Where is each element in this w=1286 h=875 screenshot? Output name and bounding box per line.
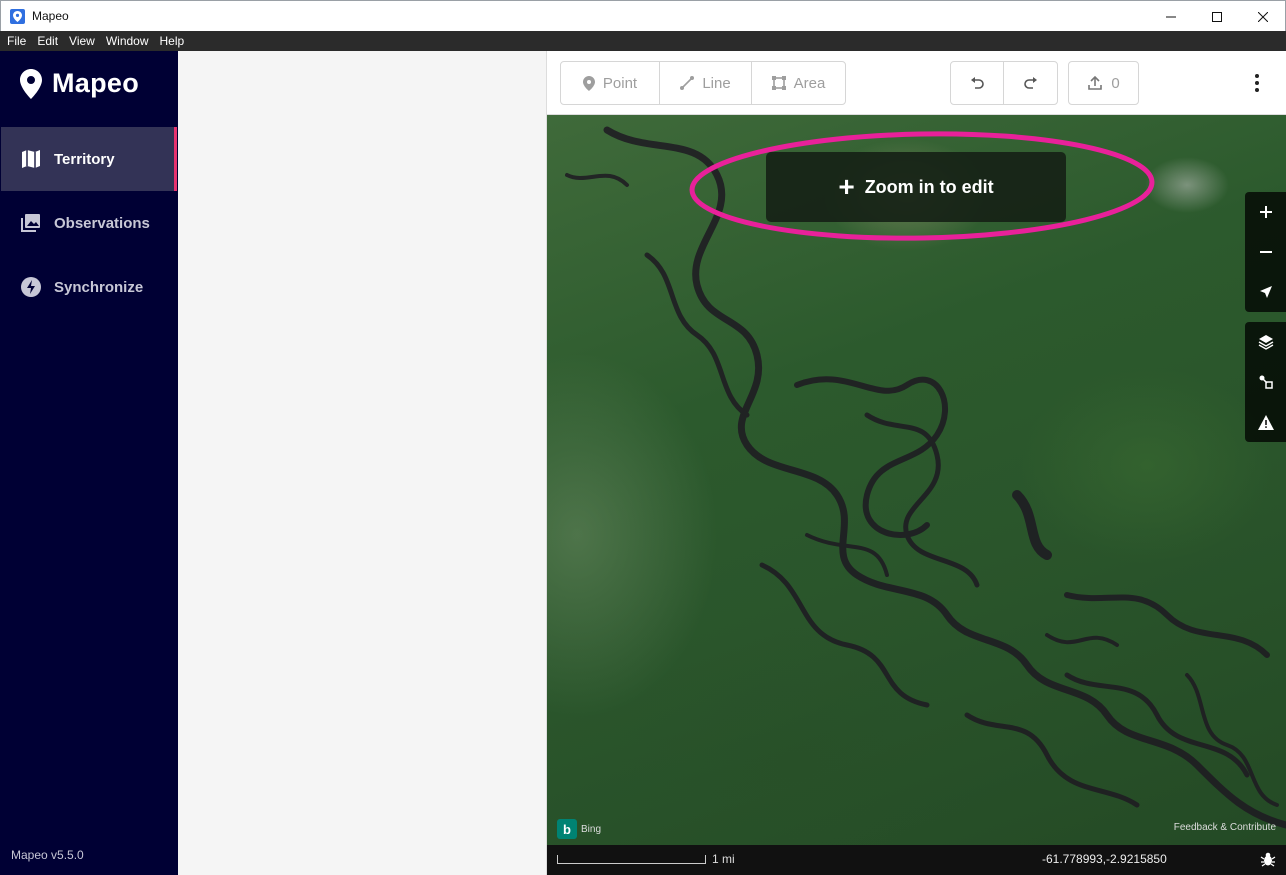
- bug-report-button[interactable]: [1260, 851, 1276, 872]
- upload-group: 0: [1068, 61, 1139, 105]
- layers-button[interactable]: [1245, 322, 1286, 362]
- line-button[interactable]: Line: [660, 62, 752, 104]
- draw-tools-group: Point Line Area: [560, 61, 846, 105]
- lightning-icon: [21, 277, 41, 297]
- map-data-button[interactable]: [1245, 362, 1286, 402]
- mapeo-logo: Mapeo: [20, 68, 139, 99]
- menu-edit[interactable]: Edit: [37, 34, 58, 48]
- minus-icon: [1259, 251, 1272, 253]
- area-label: Area: [793, 74, 826, 92]
- history-group: [950, 61, 1058, 105]
- point-pin-icon: [582, 75, 595, 91]
- undo-icon: [971, 77, 984, 89]
- close-button[interactable]: [1240, 1, 1286, 32]
- map-icon: [22, 150, 40, 168]
- window-title: Mapeo: [32, 9, 69, 23]
- bing-logo-icon: b: [557, 819, 577, 839]
- upload-icon: [1088, 75, 1103, 90]
- locate-button[interactable]: [1245, 272, 1286, 312]
- map-pin-icon: [20, 68, 42, 99]
- undo-button[interactable]: [951, 62, 1004, 104]
- zoom-in-button[interactable]: [1245, 192, 1286, 232]
- line-icon: [680, 76, 695, 90]
- shapes-icon: [1259, 375, 1273, 389]
- sidebar-item-synchronize[interactable]: Synchronize: [1, 255, 177, 319]
- window-titlebar: Mapeo: [0, 0, 1286, 31]
- menu-bar: File Edit View Window Help: [0, 31, 1286, 51]
- zoom-controls: [1245, 192, 1286, 312]
- map-tools-controls: [1245, 322, 1286, 442]
- zoom-out-button[interactable]: [1245, 232, 1286, 272]
- location-arrow-icon: [1259, 286, 1272, 298]
- satellite-map[interactable]: + Zoom in to edit b Bing Feedback & Cont…: [547, 115, 1286, 845]
- upload-count: 0: [1111, 74, 1120, 92]
- sidebar-item-territory[interactable]: Territory: [1, 127, 177, 191]
- menu-window[interactable]: Window: [106, 34, 149, 48]
- bing-label: Bing: [581, 823, 602, 835]
- content-panel: [178, 51, 547, 875]
- layers-icon: [1258, 335, 1273, 350]
- sidebar-item-label: Observations: [54, 214, 150, 232]
- plus-icon: +: [838, 171, 855, 202]
- version-label: Mapeo v5.5.0: [11, 848, 84, 862]
- menu-help[interactable]: Help: [160, 34, 185, 48]
- maximize-button[interactable]: [1194, 1, 1240, 32]
- area-button[interactable]: Area: [752, 62, 845, 104]
- sidebar-item-label: Territory: [54, 150, 115, 168]
- plus-icon: [1259, 206, 1272, 218]
- more-options-button[interactable]: [1247, 71, 1267, 95]
- sidebar: Mapeo Territory Observations Synchronize…: [0, 51, 178, 875]
- river-overlay: [565, 126, 1286, 829]
- scale-bar: [557, 855, 706, 864]
- zoom-to-edit-button[interactable]: + Zoom in to edit: [766, 152, 1066, 222]
- coordinates-readout: -61.778993,-2.9215850: [1042, 852, 1167, 866]
- bing-attribution[interactable]: b Bing: [557, 819, 601, 839]
- menu-view[interactable]: View: [69, 34, 95, 48]
- redo-icon: [1023, 77, 1037, 89]
- zoom-banner-label: Zoom in to edit: [864, 176, 994, 197]
- bug-icon: [1260, 852, 1276, 867]
- upload-button[interactable]: 0: [1069, 62, 1138, 104]
- sidebar-item-observations[interactable]: Observations: [1, 191, 177, 255]
- menu-file[interactable]: File: [7, 34, 26, 48]
- point-button[interactable]: Point: [561, 62, 660, 104]
- mapeo-app-icon: [10, 9, 25, 24]
- sidebar-item-label: Synchronize: [54, 278, 144, 296]
- map-toolbar: Point Line Area 0: [547, 51, 1286, 115]
- logo-text: Mapeo: [52, 68, 140, 98]
- photo-library-icon: [21, 214, 40, 232]
- line-label: Line: [702, 74, 731, 92]
- minimize-button[interactable]: [1148, 1, 1194, 32]
- feedback-link[interactable]: Feedback & Contribute: [1174, 822, 1276, 833]
- area-icon: [771, 76, 786, 90]
- redo-button[interactable]: [1004, 62, 1057, 104]
- warning-icon: [1257, 414, 1274, 430]
- map-footer: 1 mi -61.778993,-2.9215850: [547, 845, 1286, 875]
- point-label: Point: [602, 74, 638, 92]
- scale-label: 1 mi: [712, 852, 735, 866]
- issues-button[interactable]: [1245, 402, 1286, 442]
